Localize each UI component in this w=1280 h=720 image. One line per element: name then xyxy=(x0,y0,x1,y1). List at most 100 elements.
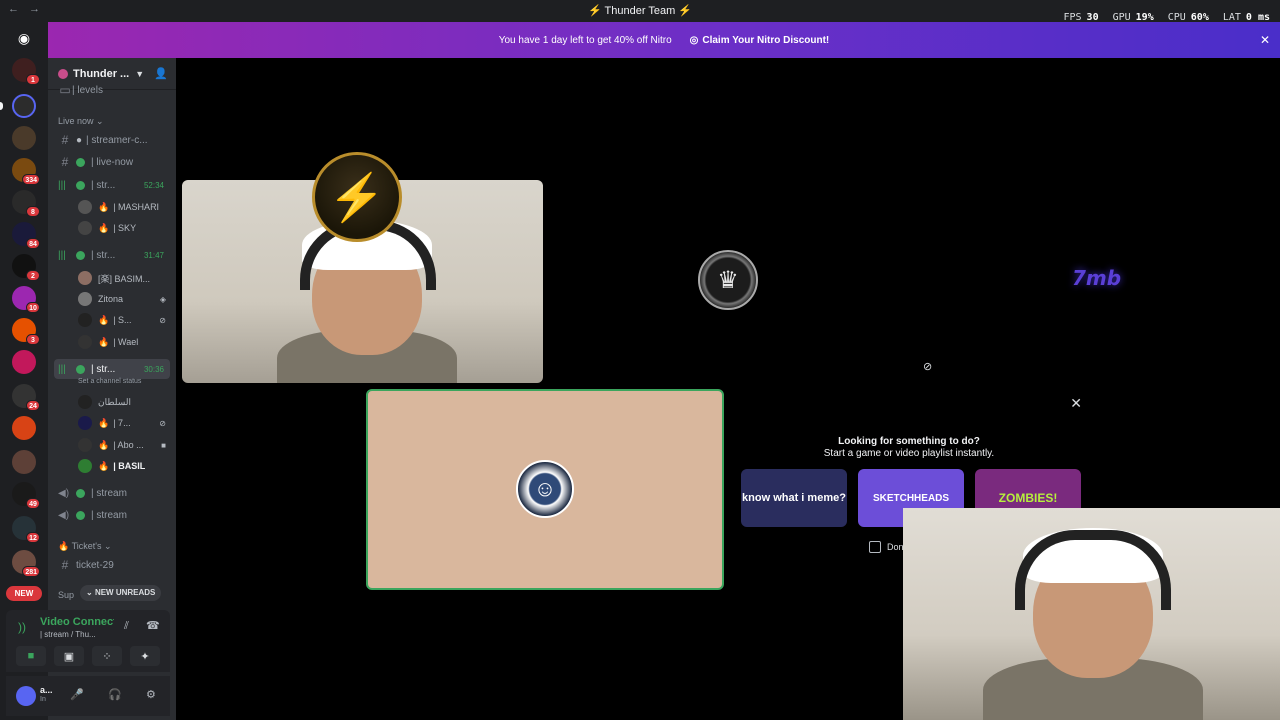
avatar xyxy=(78,200,92,214)
voice-channel-stream-1[interactable]: ||| | str... 52:34 xyxy=(54,175,170,195)
server-icon[interactable]: 281 xyxy=(12,550,40,577)
avatar xyxy=(78,221,92,235)
mention-badge: 1 xyxy=(26,74,40,85)
fire-icon: 🔥 xyxy=(98,417,110,428)
game-card-know-what-i-meme[interactable]: know what i meme? xyxy=(741,469,847,527)
voice-user[interactable]: 🔥 | BASIL xyxy=(78,456,170,476)
activity-subheading: Start a game or video playlist instantly… xyxy=(823,448,995,459)
server-icon[interactable] xyxy=(12,450,36,474)
discord-home-icon[interactable]: ◉ xyxy=(10,28,38,48)
stream-timer: 30:36 xyxy=(143,364,164,374)
voice-user[interactable]: 🔥 | MASHARI xyxy=(78,197,170,217)
user-status: In xyxy=(40,696,46,703)
close-banner-icon[interactable]: ✕ xyxy=(1260,33,1270,47)
server-icon[interactable]: 24 xyxy=(12,384,40,411)
voice-user[interactable]: السلطان xyxy=(78,392,170,412)
voice-channel-name[interactable]: | stream / Thu... xyxy=(40,630,96,639)
voice-activity-icon: ||| xyxy=(58,249,66,261)
stream-timer: 31:47 xyxy=(143,250,164,260)
close-icon[interactable]: ✕ xyxy=(1070,395,1082,412)
new-unreads-button[interactable]: ⌄ NEW UNREADS xyxy=(80,585,162,601)
category-live-now[interactable]: Live now ⌄ xyxy=(58,116,104,127)
channel-ticket-29[interactable]: # ticket-29 xyxy=(54,555,170,575)
headphones xyxy=(1015,530,1171,610)
server-icon[interactable]: 8 xyxy=(12,190,40,217)
noise-suppression-icon[interactable]: ⫽ xyxy=(124,620,129,633)
channel-streamer-chat[interactable]: # ● | streamer-c... xyxy=(54,130,170,150)
self-camera-preview[interactable] xyxy=(903,508,1280,720)
voice-channel-stream-2[interactable]: ||| | str... 31:47 xyxy=(54,245,170,265)
nitro-message: You have 1 day left to get 40% off Nitro xyxy=(498,34,672,46)
avatar xyxy=(78,292,92,306)
mention-badge: 281 xyxy=(22,566,40,577)
avatar[interactable] xyxy=(16,686,36,706)
fire-icon: 🔥 xyxy=(98,460,110,471)
unread-pip xyxy=(0,102,3,110)
voice-user[interactable]: 🔥 | Abo ... ■ xyxy=(78,435,170,455)
server-icon-active[interactable] xyxy=(12,94,36,118)
server-icon[interactable]: 12 xyxy=(12,516,40,543)
tile-logo: 7mb xyxy=(1072,266,1122,290)
server-icon[interactable]: 49 xyxy=(12,482,40,509)
user-avatar-icon: ☺ xyxy=(516,460,574,518)
voice-channel-stream-5[interactable]: ◀) | stream xyxy=(54,505,170,525)
user-panel: a... In 🎤 🎧 ⚙ xyxy=(6,676,170,716)
headphones-icon[interactable]: 🎧 xyxy=(108,688,122,701)
avatar xyxy=(78,335,92,349)
channel-live-now[interactable]: # | live-now xyxy=(54,152,170,172)
avatar xyxy=(78,459,92,473)
camera-toggle-icon[interactable]: ■ xyxy=(16,646,46,666)
voice-user[interactable]: 🔥 | Wael xyxy=(78,332,170,352)
voice-user[interactable]: Zitona ◈ xyxy=(78,289,170,309)
mention-badge: 10 xyxy=(26,302,40,313)
settings-gear-icon[interactable]: ⚙ xyxy=(146,688,156,701)
dont-show-checkbox[interactable]: Don xyxy=(869,541,904,553)
fire-icon: 🔥 xyxy=(98,439,110,450)
voice-status[interactable]: Video Connected xyxy=(40,616,114,628)
voice-channel-stream-4[interactable]: ◀) | stream xyxy=(54,483,170,503)
voice-user[interactable]: 🔥 | S... ⊘ xyxy=(78,310,170,330)
channel-levels[interactable]: ▭ | levels xyxy=(54,82,170,98)
avatar xyxy=(78,313,92,327)
server-icon[interactable] xyxy=(12,126,36,150)
fire-icon: 🔥 xyxy=(98,336,110,347)
new-unreads-rail-pill[interactable]: NEW xyxy=(6,586,42,601)
lightning-bolt-logo-icon: ⚡ xyxy=(312,152,402,242)
voice-user[interactable]: 🔥 | 7... ⊘ xyxy=(78,413,170,433)
mention-badge: 49 xyxy=(26,498,40,509)
avatar xyxy=(78,416,92,430)
voice-user[interactable]: 🔥 | SKY xyxy=(78,218,170,238)
mention-badge: 2 xyxy=(26,270,40,281)
nitro-icon: ◎ xyxy=(689,34,699,46)
deafened-icon: ⊘ xyxy=(159,315,166,325)
voice-user[interactable]: [楽] BASIM... xyxy=(78,268,170,288)
microphone-icon[interactable]: 🎤 xyxy=(70,688,84,701)
mention-badge: 12 xyxy=(26,532,40,543)
soundboard-icon[interactable]: ✦ xyxy=(130,646,160,666)
green-dot-icon xyxy=(76,157,85,167)
server-icon[interactable]: 334 xyxy=(12,158,40,185)
screen-share-icon[interactable]: ▣ xyxy=(54,646,84,666)
server-icon[interactable]: 1 xyxy=(12,58,40,85)
server-icon[interactable]: 2 xyxy=(12,254,40,281)
nitro-banner: You have 1 day left to get 40% off Nitro… xyxy=(48,22,1280,58)
server-icon[interactable]: 84 xyxy=(12,222,40,249)
claim-nitro-button[interactable]: ◎ Claim Your Nitro Discount! xyxy=(690,35,830,46)
mention-badge: 84 xyxy=(26,238,40,249)
voice-channel-stream-3[interactable]: ||| | str... 30:36 xyxy=(54,359,170,379)
server-icon[interactable] xyxy=(12,350,36,374)
fire-icon: 🔥 xyxy=(98,314,110,325)
server-icon[interactable] xyxy=(12,416,36,440)
category-tickets[interactable]: 🔥 Ticket's ⌄ xyxy=(58,541,112,552)
channel-status[interactable]: Set a channel status xyxy=(78,378,141,385)
green-dot-icon xyxy=(76,488,85,498)
green-dot-icon xyxy=(76,364,85,374)
activities-icon[interactable]: ⁘ xyxy=(92,646,122,666)
server-icon[interactable]: 10 xyxy=(12,286,40,313)
server-icon[interactable]: 3 xyxy=(12,318,40,345)
category-support[interactable]: Sup xyxy=(58,590,74,600)
speaker-icon: ◀) xyxy=(58,509,70,521)
username: a... xyxy=(40,685,53,695)
disconnect-icon[interactable]: ☎ xyxy=(146,619,160,632)
invite-people-icon[interactable]: 👤 xyxy=(154,67,168,80)
